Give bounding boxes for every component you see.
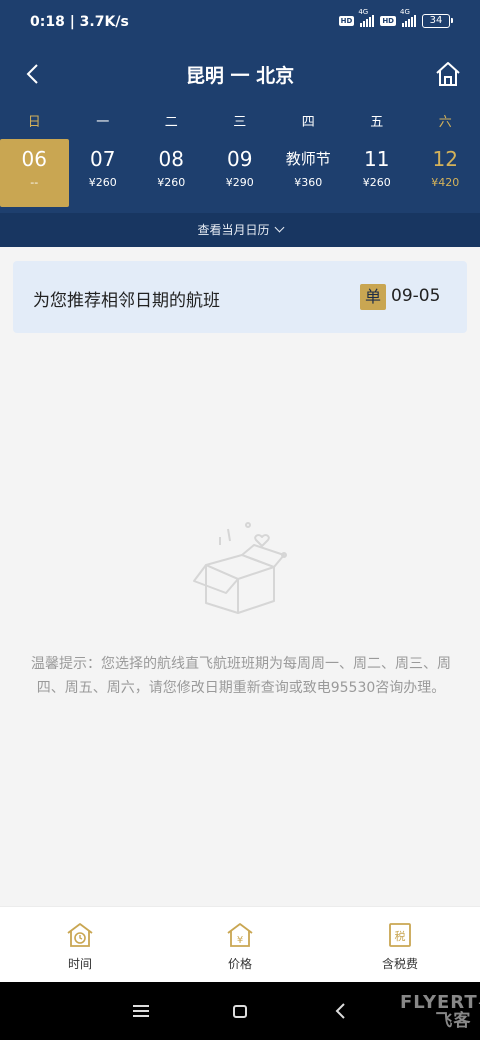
status-bar: 0:18 | 3.7K/s HD 4G HD 4G 34 (0, 0, 480, 48)
weekday-thu: 四 (301, 115, 315, 130)
menu-icon[interactable] (133, 1005, 149, 1017)
nav-row: 昆明 一 北京 (0, 48, 480, 100)
hd-badge-2: HD (380, 16, 396, 26)
network-label: 4G (358, 8, 369, 16)
month-calendar-toggle[interactable]: 查看当月日历 (0, 213, 480, 247)
date-price: ¥260 (157, 176, 186, 189)
network-label-2: 4G (400, 8, 410, 16)
empty-state-tip: 温馨提示：您选择的航线直飞航班班期为每周周一、周二、周三、周四、周五、周六，请您… (31, 656, 451, 696)
tab-tax[interactable]: 税 含税费 (320, 907, 480, 982)
signal-icon: 4G (358, 8, 375, 27)
weekday-fri: 五 (370, 115, 384, 130)
date-price: ¥260 (362, 176, 391, 189)
battery-icon: 34 (422, 14, 453, 28)
tab-price-label: 价格 (227, 957, 252, 971)
date-day: 11 (364, 147, 390, 171)
watermark-brand: FLYERT (400, 992, 478, 1013)
weekday-mon: 一 (96, 115, 110, 130)
date-day: 07 (90, 147, 116, 171)
date-cell-08[interactable]: 08 ¥260 (137, 139, 206, 207)
date-day: 12 (432, 147, 458, 171)
tab-tax-label: 含税费 (381, 957, 418, 971)
svg-text:税: 税 (395, 929, 406, 943)
clock-house-icon (67, 923, 93, 947)
month-calendar-label: 查看当月日历 (197, 223, 270, 237)
home-square-icon[interactable] (233, 1005, 247, 1018)
weekday-sun: 日 (27, 115, 41, 130)
date-cell-11[interactable]: 11 ¥260 (343, 139, 412, 207)
weekday-sat: 六 (438, 115, 452, 130)
back-triangle-icon[interactable] (333, 1002, 349, 1020)
price-house-icon: ¥ (227, 923, 253, 947)
recommend-date: 09-05 (391, 286, 441, 306)
date-selector: 06 -- 07 ¥260 08 ¥260 09 ¥290 教师节 ¥360 1… (0, 139, 480, 207)
flyert-watermark: FLYERT+ 飞客 (400, 992, 480, 1031)
date-price: ¥360 (294, 176, 323, 189)
date-day: 06 (21, 147, 47, 171)
status-icons: HD 4G HD 4G 34 (338, 8, 453, 28)
weekday-tue: 二 (164, 115, 178, 130)
tab-time[interactable]: 时间 (0, 907, 160, 982)
watermark-sub: 飞客 (435, 1011, 472, 1031)
hd-badge: HD (338, 16, 355, 26)
home-icon[interactable] (434, 60, 462, 88)
chevron-down-icon (274, 222, 284, 233)
date-price: ¥420 (431, 176, 460, 189)
recommend-card[interactable]: 为您推荐相邻日期的航班 单 09-05 (13, 261, 467, 333)
system-nav-bar: FLYERT+ 飞客 (0, 982, 480, 1040)
bottom-tab-bar: 时间 ¥ 价格 税 含税费 (0, 906, 480, 982)
one-way-badge: 单 (360, 284, 386, 310)
weekday-wed: 三 (233, 115, 247, 130)
date-price: -- (30, 176, 39, 189)
tax-receipt-icon: 税 (389, 923, 411, 947)
date-cell-09[interactable]: 09 ¥290 (206, 139, 275, 207)
date-cell-06[interactable]: 06 -- (0, 139, 69, 207)
route-title: 昆明 一 北京 (185, 65, 295, 87)
date-cell-10[interactable]: 教师节 ¥360 (274, 139, 343, 207)
recommend-text: 为您推荐相邻日期的航班 (33, 291, 220, 311)
tab-price[interactable]: ¥ 价格 (160, 907, 320, 982)
date-day: 08 (158, 147, 184, 171)
date-price: ¥290 (225, 176, 254, 189)
status-time: 0:18 | 3.7K/s (30, 14, 129, 30)
weekday-row: 日 一 二 三 四 五 六 (0, 111, 480, 131)
date-day: 教师节 (285, 150, 331, 168)
empty-box-icon (193, 522, 287, 614)
tab-time-label: 时间 (67, 957, 92, 971)
svg-text:¥: ¥ (237, 935, 243, 946)
signal-icon-2: 4G (400, 8, 416, 27)
date-day: 09 (227, 147, 253, 171)
date-cell-07[interactable]: 07 ¥260 (69, 139, 138, 207)
date-price: ¥260 (88, 176, 117, 189)
date-cell-12[interactable]: 12 ¥420 (411, 139, 480, 207)
header-bar: 0:18 | 3.7K/s HD 4G HD 4G 34 昆明 一 北京 日 一… (0, 0, 480, 247)
